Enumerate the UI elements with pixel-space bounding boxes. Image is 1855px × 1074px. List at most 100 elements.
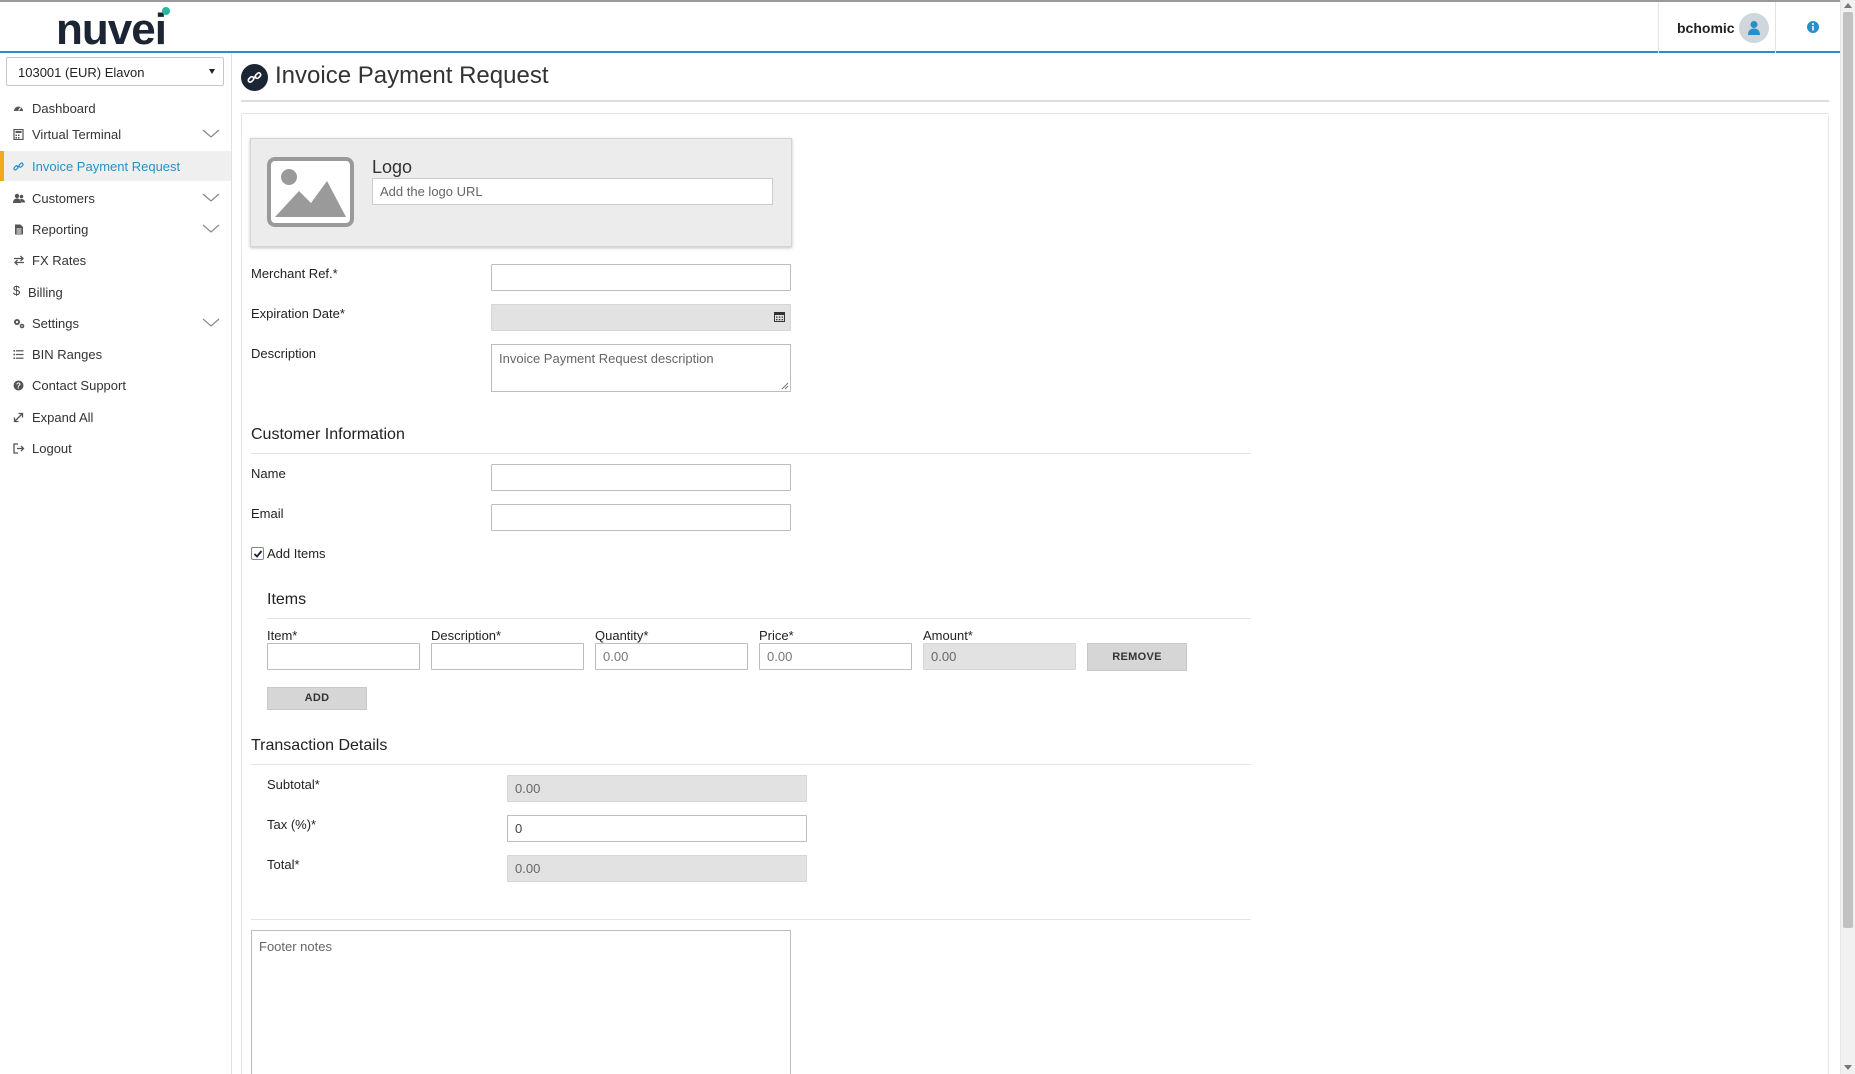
link-icon (241, 64, 268, 91)
caret-down-icon (209, 69, 215, 74)
logo-dot (162, 7, 170, 15)
sidebar-item-contact-support[interactable]: ? Contact Support (0, 370, 231, 400)
customer-information-heading: Customer Information (251, 426, 405, 443)
logo-url-input[interactable] (372, 178, 773, 205)
quantity-input[interactable] (595, 643, 748, 670)
avatar[interactable] (1739, 13, 1769, 43)
username: bchomic (1677, 20, 1735, 36)
sidebar-item-label: Settings (32, 316, 79, 331)
amount-column-label: Amount* (923, 628, 973, 643)
price-input[interactable] (759, 643, 912, 670)
sidebar-item-label: Customers (32, 191, 95, 206)
user-icon (1748, 21, 1760, 35)
sidebar-item-virtual-terminal[interactable]: Virtual Terminal (0, 119, 231, 149)
tax-input[interactable] (507, 815, 807, 842)
sidebar-item-expand-all[interactable]: Expand All (0, 402, 231, 432)
brand-wordmark: nuvei (56, 5, 167, 54)
cogs-icon (13, 318, 25, 329)
transaction-details-heading: Transaction Details (251, 737, 388, 754)
user-menu[interactable]: bchomic (1658, 2, 1776, 53)
merchant-ref-label: Merchant Ref.* (251, 266, 338, 281)
sidebar-item-settings[interactable]: Settings (0, 308, 231, 338)
dashboard-icon (13, 103, 24, 114)
sidebar-item-bin-ranges[interactable]: BIN Ranges (0, 339, 231, 369)
item-input[interactable] (267, 643, 420, 670)
chevron-down-icon[interactable] (202, 224, 220, 234)
calendar-icon[interactable] (774, 311, 785, 322)
sidebar-item-label: Billing (28, 285, 63, 300)
sidebar-item-label: Logout (32, 441, 72, 456)
name-input[interactable] (491, 464, 791, 491)
description-input[interactable] (491, 344, 791, 392)
name-label: Name (251, 466, 286, 481)
expiration-date-label: Expiration Date* (251, 306, 345, 321)
logo-card: Logo (250, 138, 792, 247)
link-icon (13, 161, 24, 172)
email-input[interactable] (491, 504, 791, 531)
amount-input (923, 643, 1076, 670)
sidebar-item-customers[interactable]: Customers (0, 183, 231, 213)
info-icon[interactable] (1806, 20, 1820, 34)
svg-text:?: ? (16, 382, 21, 391)
sidebar-item-logout[interactable]: Logout (0, 433, 231, 463)
quantity-column-label: Quantity* (595, 628, 649, 643)
logo-label: Logo (372, 157, 413, 177)
question-icon: ? (13, 380, 24, 391)
top-bar: nuvei bchomic (0, 0, 1840, 53)
price-column-label: Price* (759, 628, 794, 643)
sidebar-item-label: Reporting (32, 222, 89, 237)
divider (267, 618, 1251, 619)
page-scrollbar[interactable] (1840, 0, 1855, 1074)
scroll-up-arrow-icon[interactable] (1844, 3, 1852, 8)
merchant-ref-input[interactable] (491, 264, 791, 291)
sidebar: 103001 (EUR) Elavon Dashboard Virtual Te… (0, 53, 232, 1074)
page-title: Invoice Payment Request (275, 62, 549, 89)
checkmark-icon (253, 550, 263, 558)
sidebar-item-label: Invoice Payment Request (32, 159, 181, 174)
sidebar-item-label: BIN Ranges (32, 347, 103, 362)
sidebar-item-label: Dashboard (32, 101, 96, 116)
image-placeholder-icon[interactable] (267, 157, 354, 227)
chevron-down-icon[interactable] (202, 318, 220, 328)
expiration-date-input[interactable] (491, 304, 791, 331)
account-select-value: 103001 (EUR) Elavon (18, 65, 145, 80)
item-column-label: Item* (267, 628, 298, 643)
users-icon (13, 193, 25, 204)
add-items-label[interactable]: Add Items (267, 546, 326, 561)
divider (241, 100, 1829, 102)
divider (251, 453, 1251, 454)
description-column-label: Description* (431, 628, 502, 643)
sidebar-item-label: Virtual Terminal (32, 127, 122, 142)
list-icon (13, 349, 24, 360)
exchange-icon (13, 255, 24, 266)
resize-handle-icon[interactable] (781, 382, 789, 390)
expand-icon (13, 412, 24, 423)
subtotal-input (507, 775, 807, 802)
item-description-input[interactable] (431, 643, 584, 670)
divider (251, 764, 1251, 765)
add-item-button[interactable]: ADD (267, 687, 367, 710)
chevron-down-icon[interactable] (202, 129, 220, 139)
dollar-icon: $ (12, 283, 21, 298)
file-icon (13, 224, 24, 235)
scroll-thumb[interactable] (1843, 12, 1853, 928)
sidebar-item-label: FX Rates (32, 253, 87, 268)
nuvei-logo[interactable]: nuvei (56, 5, 170, 54)
divider (241, 113, 1829, 114)
footer-notes-input[interactable] (251, 930, 791, 1074)
sidebar-item-billing[interactable]: $ Billing (0, 277, 231, 307)
subtotal-label: Subtotal* (267, 777, 320, 792)
total-label: Total* (267, 857, 300, 872)
account-select[interactable]: 103001 (EUR) Elavon (6, 57, 224, 86)
sidebar-item-reporting[interactable]: Reporting (0, 214, 231, 244)
sidebar-item-invoice-payment-request[interactable]: Invoice Payment Request (0, 151, 231, 181)
sign-out-icon (13, 443, 25, 454)
chevron-down-icon[interactable] (202, 193, 220, 203)
description-label: Description (251, 346, 317, 361)
sidebar-item-fx-rates[interactable]: FX Rates (0, 245, 231, 275)
add-items-checkbox[interactable] (251, 547, 264, 560)
remove-item-button[interactable]: REMOVE (1087, 643, 1187, 671)
email-label: Email (251, 506, 284, 521)
scroll-down-arrow-icon[interactable] (1844, 1065, 1852, 1070)
divider (251, 919, 1251, 920)
